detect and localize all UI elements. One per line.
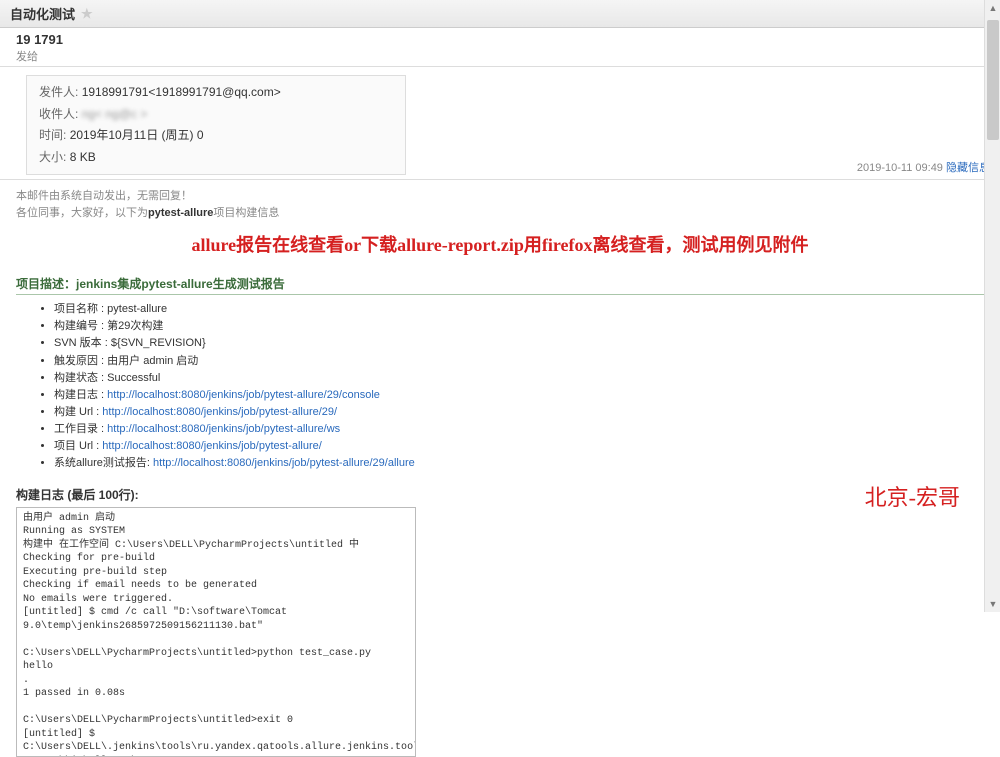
info-key: 项目名称 : (54, 303, 107, 315)
from-label: 发件人: (39, 82, 78, 104)
meta-right: 2019-10-11 09:49 隐藏信息 (857, 159, 990, 175)
info-key: 构建状态 : (54, 372, 107, 384)
info-list: 项目名称 : pytest-allure构建编号 : 第29次构建SVN 版本 … (54, 301, 984, 471)
info-link[interactable]: http://localhost:8080/jenkins/job/pytest… (102, 440, 322, 452)
to-label: 收件人: (39, 104, 78, 126)
info-item: 构建状态 : Successful (54, 370, 984, 387)
info-link[interactable]: http://localhost:8080/jenkins/job/pytest… (107, 389, 380, 401)
log-title: 构建日志 (最后 100行): (16, 486, 984, 503)
info-value: 第29次构建 (107, 320, 163, 332)
info-key: SVN 版本 : (54, 337, 111, 349)
info-key: 触发原因 : (54, 355, 107, 367)
info-key: 构建编号 : (54, 320, 107, 332)
info-item: 构建编号 : 第29次构建 (54, 318, 984, 335)
info-item: SVN 版本 : ${SVN_REVISION} (54, 335, 984, 352)
info-value: 由用户 admin 启动 (107, 355, 198, 367)
scroll-up-arrow[interactable]: ▲ (985, 0, 1000, 16)
info-key: 构建日志 : (54, 389, 107, 401)
time-label: 时间: (39, 125, 66, 147)
info-value: Successful (107, 372, 160, 384)
to-line: 发给 (16, 48, 990, 64)
meta-row: 发件人: 1918991791<1918991791@qq.com> 收件人: … (0, 67, 1000, 180)
window-title: 自动化测试 (10, 4, 75, 23)
sys-note-line2-post: 项目构建信息 (213, 207, 279, 219)
log-box[interactable]: 由用户 admin 启动 Running as SYSTEM 构建中 在工作空间… (16, 507, 416, 757)
info-item: 构建日志 : http://localhost:8080/jenkins/job… (54, 387, 984, 404)
email-body: 本邮件由系统自动发出，无需回复！ 各位同事，大家好，以下为pytest-allu… (0, 180, 1000, 756)
info-item: 触发原因 : 由用户 admin 启动 (54, 353, 984, 370)
info-link[interactable]: http://localhost:8080/jenkins/job/pytest… (107, 423, 340, 435)
star-icon[interactable]: ★ (81, 6, 93, 22)
to-value: ng< ng@c > (82, 107, 148, 121)
from-value: 1918991791<1918991791@qq.com> (82, 85, 281, 99)
scroll-down-arrow[interactable]: ▼ (985, 596, 1000, 612)
info-key: 工作目录 : (54, 423, 107, 435)
size-value: 8 KB (70, 150, 96, 164)
section-description: 项目描述：jenkins集成pytest-allure生成测试报告 (16, 275, 984, 295)
scroll-thumb[interactable] (987, 20, 999, 140)
size-label: 大小: (39, 147, 66, 169)
sender-name: 19 1791 (16, 32, 990, 47)
sys-note-line2-pre: 各位同事，大家好，以下为 (16, 207, 148, 219)
to-prefix: 发给 (16, 51, 38, 63)
sys-note-line2-bold: pytest-allure (148, 207, 213, 219)
info-key: 系统allure测试报告: (54, 457, 153, 469)
info-item: 系统allure测试报告: http://localhost:8080/jenk… (54, 455, 984, 472)
info-key: 项目 Url : (54, 440, 102, 452)
sys-note-line1: 本邮件由系统自动发出，无需回复！ (16, 188, 984, 205)
window-title-bar: 自动化测试 ★ (0, 0, 1000, 28)
info-key: 构建 Url : (54, 406, 102, 418)
system-note: 本邮件由系统自动发出，无需回复！ 各位同事，大家好，以下为pytest-allu… (16, 188, 984, 221)
time-value: 2019年10月11日 (周五) 0 (70, 128, 204, 142)
info-item: 项目名称 : pytest-allure (54, 301, 984, 318)
info-link[interactable]: http://localhost:8080/jenkins/job/pytest… (102, 406, 337, 418)
info-link[interactable]: http://localhost:8080/jenkins/job/pytest… (153, 457, 415, 469)
watermark: 北京-宏哥 (865, 480, 960, 512)
info-item: 构建 Url : http://localhost:8080/jenkins/j… (54, 404, 984, 421)
info-item: 项目 Url : http://localhost:8080/jenkins/j… (54, 438, 984, 455)
timestamp: 2019-10-11 09:49 (857, 162, 943, 174)
info-item: 工作目录 : http://localhost:8080/jenkins/job… (54, 421, 984, 438)
vertical-scrollbar[interactable]: ▲ ▼ (984, 0, 1000, 612)
info-value: pytest-allure (107, 303, 167, 315)
email-header: 19 1791 发给 (0, 28, 1000, 67)
headline: allure报告在线查看or下载allure-report.zip用firefo… (16, 231, 984, 257)
email-detail-box: 发件人: 1918991791<1918991791@qq.com> 收件人: … (26, 75, 406, 175)
info-value: ${SVN_REVISION} (111, 337, 206, 349)
